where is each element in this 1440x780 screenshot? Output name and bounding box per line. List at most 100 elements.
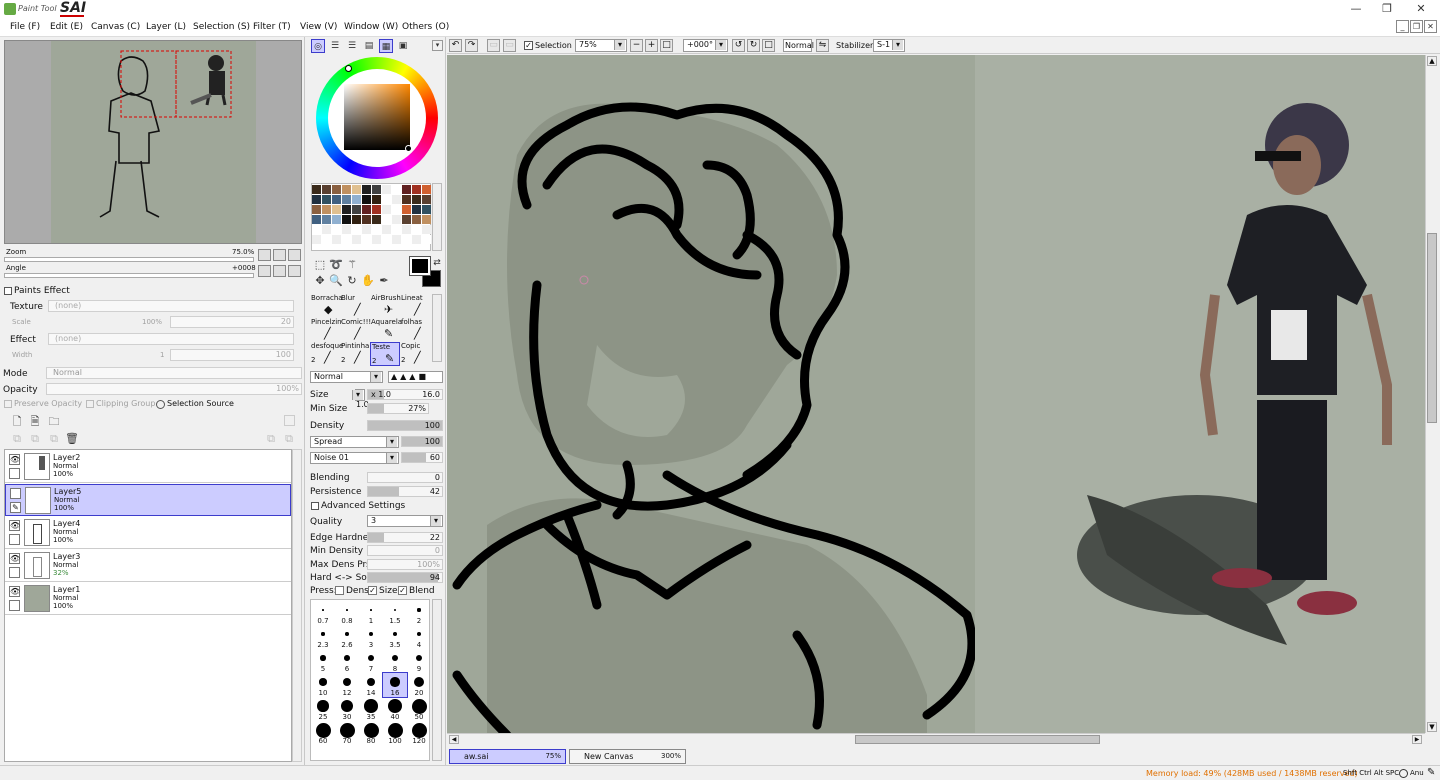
brush-size-120[interactable]: 120 bbox=[407, 721, 429, 745]
lock-toggle[interactable] bbox=[9, 468, 20, 479]
layer-row-layer1[interactable]: 👁 Layer1 Normal 100% bbox=[5, 583, 291, 615]
brush-shape-icons[interactable]: ▲▲▲■ bbox=[388, 371, 443, 383]
hsv-sliders-icon[interactable]: ☰ bbox=[345, 39, 359, 53]
brush-size-10[interactable]: 10 bbox=[311, 673, 335, 697]
rotate-reset-tb-button[interactable]: □ bbox=[762, 39, 775, 52]
canvas-vertical-scrollbar[interactable]: ▲ ▼ bbox=[1425, 55, 1438, 733]
brush-mode-select[interactable]: Normal bbox=[310, 371, 383, 383]
layer-row-layer4[interactable]: 👁 Layer4 Normal 100% bbox=[5, 517, 291, 549]
tool-copic[interactable]: Copic ╱ 2 bbox=[400, 342, 430, 366]
color-swatch[interactable] bbox=[342, 215, 351, 224]
layer-row-layer2[interactable]: 👁 Layer2 Normal 100% bbox=[5, 451, 291, 483]
menu-canvas[interactable]: Canvas (C) bbox=[91, 22, 140, 32]
brush-size-2.6[interactable]: 2.6 bbox=[335, 625, 359, 649]
transfer-down-icon[interactable]: ⧉ bbox=[10, 432, 24, 446]
zoom-select[interactable]: 75% bbox=[575, 39, 627, 52]
brush-size-70[interactable]: 70 bbox=[335, 721, 359, 745]
rotate-ccw-button[interactable]: ↺ bbox=[732, 39, 745, 52]
menu-others[interactable]: Others (O) bbox=[402, 22, 449, 32]
menu-file[interactable]: File (F) bbox=[10, 22, 40, 32]
size-slider[interactable]: x 1.0 16.0 bbox=[367, 389, 443, 400]
tool-teste[interactable]: Teste ✎ 2 bbox=[370, 342, 400, 366]
color-swatch[interactable] bbox=[352, 195, 361, 204]
color-swatch[interactable] bbox=[362, 215, 371, 224]
effect-select[interactable]: (none) bbox=[48, 333, 294, 345]
paints-effect-collapse[interactable] bbox=[4, 287, 12, 295]
min-density-slider[interactable]: 0 bbox=[367, 545, 443, 556]
color-swatch[interactable] bbox=[352, 215, 361, 224]
color-swatch[interactable] bbox=[322, 235, 331, 244]
rgb-sliders-icon[interactable]: ☰ bbox=[328, 39, 342, 53]
color-swatch[interactable] bbox=[332, 205, 341, 214]
menu-view[interactable]: View (V) bbox=[300, 22, 337, 32]
hard-soft-slider[interactable]: 94 bbox=[367, 572, 443, 583]
rotate-reset-button[interactable] bbox=[288, 265, 301, 277]
color-swatch[interactable] bbox=[412, 185, 421, 194]
brush-size-30[interactable]: 30 bbox=[335, 697, 359, 721]
color-swatch[interactable] bbox=[392, 185, 401, 194]
close-button[interactable]: ✕ bbox=[1411, 2, 1431, 16]
color-swatch[interactable] bbox=[322, 205, 331, 214]
deselect-button[interactable]: ▭ bbox=[487, 39, 500, 52]
selection-checkbox[interactable]: ✓ bbox=[524, 41, 533, 50]
brush-size-50[interactable]: 50 bbox=[407, 697, 429, 721]
color-swatch[interactable] bbox=[312, 215, 321, 224]
brush-size-25[interactable]: 25 bbox=[311, 697, 335, 721]
density-slider[interactable]: 100 bbox=[367, 420, 443, 431]
layer-row-layer5[interactable]: ✎ Layer5 Normal 100% bbox=[5, 484, 291, 516]
color-swatch[interactable] bbox=[342, 185, 351, 194]
lasso-icon[interactable]: ➰ bbox=[329, 258, 343, 272]
color-swatch[interactable] bbox=[422, 205, 431, 214]
color-panel-menu-icon[interactable]: ▾ bbox=[432, 40, 443, 51]
color-swatch[interactable] bbox=[312, 205, 321, 214]
brush-size-35[interactable]: 35 bbox=[359, 697, 383, 721]
color-swatch[interactable] bbox=[392, 195, 401, 204]
tab-new-canvas[interactable]: New Canvas 300% bbox=[569, 749, 686, 764]
color-swatch[interactable] bbox=[412, 235, 421, 244]
advanced-settings-collapse[interactable] bbox=[311, 502, 319, 510]
color-swatch[interactable] bbox=[422, 195, 431, 204]
color-swatch[interactable] bbox=[372, 225, 381, 234]
brush-size-6[interactable]: 6 bbox=[335, 649, 359, 673]
color-swatch[interactable] bbox=[332, 195, 341, 204]
size-multiplier-select[interactable]: x 1.0 bbox=[352, 389, 369, 409]
toolbar-zoom-out[interactable]: − bbox=[630, 39, 643, 52]
color-swatch[interactable] bbox=[372, 185, 381, 194]
color-swatch[interactable] bbox=[332, 225, 341, 234]
min-size-slider[interactable]: 27% bbox=[367, 403, 429, 414]
color-swatch[interactable] bbox=[372, 215, 381, 224]
pen-icon[interactable]: ✎ bbox=[10, 502, 21, 513]
menu-edit[interactable]: Edit (E) bbox=[50, 22, 83, 32]
menu-window[interactable]: Window (W) bbox=[344, 22, 398, 32]
press-size-checkbox[interactable]: ✓ bbox=[368, 586, 377, 595]
delete-layer-icon[interactable]: 🗑 bbox=[65, 432, 79, 446]
color-marker[interactable] bbox=[405, 145, 412, 152]
brush-size-8[interactable]: 8 bbox=[383, 649, 407, 673]
color-swatch[interactable] bbox=[372, 205, 381, 214]
color-swatch[interactable] bbox=[322, 195, 331, 204]
brush-size-2.3[interactable]: 2.3 bbox=[311, 625, 335, 649]
horizontal-scroll-right[interactable]: ▶ bbox=[1412, 735, 1422, 744]
preserve-opacity-checkbox[interactable] bbox=[4, 400, 12, 408]
visibility-eye-icon[interactable]: 👁 bbox=[9, 520, 20, 531]
color-swatch[interactable] bbox=[332, 215, 341, 224]
canvas-horizontal-scrollbar[interactable]: ◀ ▶ bbox=[447, 733, 1425, 745]
rotate-tool-icon[interactable]: ↻ bbox=[345, 274, 359, 288]
color-swatch[interactable] bbox=[312, 235, 321, 244]
spread-slider[interactable]: 100 bbox=[401, 436, 443, 447]
color-swatch[interactable] bbox=[362, 225, 371, 234]
color-swatch[interactable] bbox=[322, 225, 331, 234]
doc-restore-button[interactable]: ❐ bbox=[1410, 20, 1423, 33]
color-swatch[interactable] bbox=[312, 225, 321, 234]
brush-size-40[interactable]: 40 bbox=[383, 697, 407, 721]
tool-comic[interactable]: Comic!!! ╱ bbox=[340, 318, 371, 342]
lock-toggle[interactable] bbox=[9, 600, 20, 611]
layer-row-layer3[interactable]: 👁 Layer3 Normal 32% bbox=[5, 550, 291, 582]
new-linework-layer-icon[interactable]: 🗎 bbox=[28, 415, 42, 429]
layer-panel-menu-icon[interactable] bbox=[284, 415, 295, 426]
swatch-scrollbar[interactable] bbox=[432, 183, 442, 251]
brush-size-14[interactable]: 14 bbox=[359, 673, 383, 697]
redo-button[interactable]: ↷ bbox=[465, 39, 478, 52]
color-swatch[interactable] bbox=[392, 235, 401, 244]
layer-list[interactable]: 👁 Layer2 Normal 100% ✎ Layer5 Normal 100… bbox=[4, 449, 292, 762]
